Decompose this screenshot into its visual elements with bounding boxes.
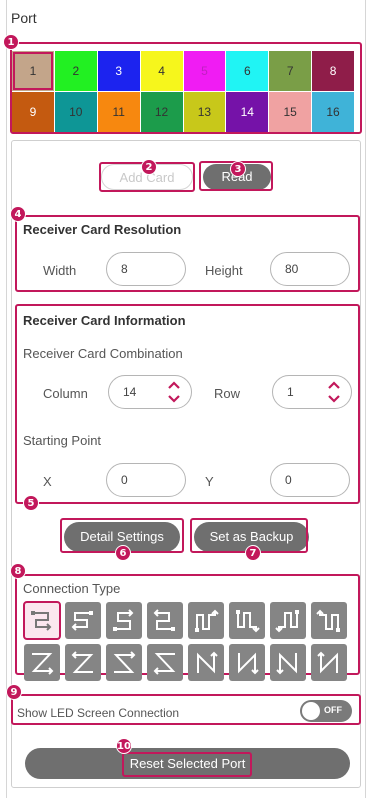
column-zigzag-up-alt-icon[interactable] [311,644,347,681]
stepper-arrows-icon[interactable] [167,379,181,405]
zigzag-left-icon[interactable] [147,644,183,681]
toggle-state: OFF [324,705,342,715]
row-label: Row [214,386,241,401]
annotation-badge-7: 7 [245,545,261,561]
combination-label: Receiver Card Combination [23,346,183,361]
annotation-badge-8: 8 [10,563,26,579]
zigzag-right-up-icon[interactable] [106,644,142,681]
annotation-badge-9: 9 [6,684,22,700]
annotation-badge-1: 1 [3,34,19,50]
row-value: 1 [287,385,294,399]
connection-type-grid [23,601,352,681]
zigzag-right-icon[interactable] [24,644,60,681]
y-field[interactable]: 0 [270,463,350,497]
reset-highlight [122,752,252,777]
snake-right-down-icon[interactable] [65,602,101,639]
port-cell-2[interactable]: 2 [54,51,97,91]
port-grid: 1 2 3 4 5 6 7 8 9 10 11 12 13 14 15 16 [12,51,354,132]
x-field[interactable]: 0 [106,463,186,497]
y-label: Y [205,474,214,489]
port-title: Port [11,10,37,26]
x-label: X [43,474,52,489]
port-cell-3[interactable]: 3 [97,51,140,91]
column-snake-down-alt-icon[interactable] [270,602,306,639]
snake-left-down-icon[interactable] [23,601,61,640]
toggle-knob [302,702,320,720]
width-label: Width [43,263,77,278]
port-cell-1[interactable]: 1 [12,51,54,91]
port-cell-15[interactable]: 15 [269,92,312,132]
port-cell-13[interactable]: 13 [183,92,226,132]
annotation-badge-5: 5 [23,495,39,511]
annotation-badge-2: 2 [141,159,157,175]
column-stepper[interactable]: 14 [108,375,192,409]
port-cell-12[interactable]: 12 [140,92,183,132]
row-stepper[interactable]: 1 [272,375,352,409]
port-cell-8[interactable]: 8 [312,51,354,91]
column-snake-down-icon[interactable] [229,602,265,639]
height-label: Height [205,263,243,278]
port-cell-9[interactable]: 9 [12,92,54,132]
port-cell-6[interactable]: 6 [226,51,269,91]
show-connection-toggle[interactable]: OFF [300,700,352,722]
connection-type-title: Connection Type [23,581,121,596]
panel-left-border [6,0,7,798]
zigzag-left-up-icon[interactable] [65,644,101,681]
annotation-badge-4: 4 [10,206,26,222]
column-zigzag-down-icon[interactable] [229,644,265,681]
annotation-badge-3: 3 [230,161,246,177]
annotation-badge-6: 6 [115,545,131,561]
show-connection-label: Show LED Screen Connection [17,706,180,720]
column-zigzag-down-alt-icon[interactable] [270,644,306,681]
column-value: 14 [123,385,137,399]
snake-right-up-icon[interactable] [147,602,183,639]
panel-right-border [365,0,366,798]
port-cell-14[interactable]: 14 [226,92,269,132]
port-cell-7[interactable]: 7 [269,51,312,91]
column-zigzag-up-icon[interactable] [188,644,224,681]
width-field[interactable]: 8 [106,252,186,286]
stepper-arrows-icon[interactable] [327,379,341,405]
port-cell-11[interactable]: 11 [97,92,140,132]
starting-point-label: Starting Point [23,433,102,448]
port-cell-5[interactable]: 5 [183,51,226,91]
column-label: Column [43,386,88,401]
column-snake-up-icon[interactable] [188,602,224,639]
snake-left-up-icon[interactable] [106,602,142,639]
column-snake-up-alt-icon[interactable] [311,602,347,639]
information-title: Receiver Card Information [23,313,186,328]
annotation-badge-10: 10 [116,738,132,754]
port-cell-10[interactable]: 10 [54,92,97,132]
port-cell-16[interactable]: 16 [312,92,354,132]
resolution-title: Receiver Card Resolution [23,222,182,237]
height-field[interactable]: 80 [270,252,350,286]
port-cell-4[interactable]: 4 [140,51,183,91]
